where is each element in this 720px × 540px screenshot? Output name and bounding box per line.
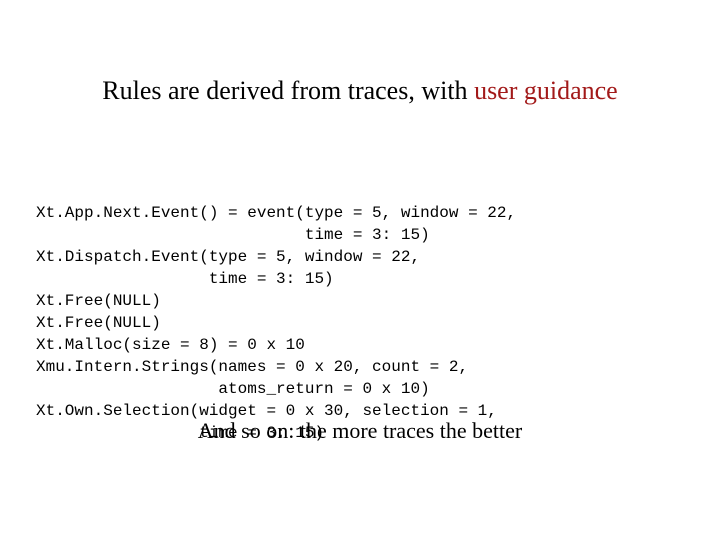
slide: Rules are derived from traces, with user… <box>0 0 720 540</box>
code-line: Xt.Free(NULL) <box>36 314 161 332</box>
title-plain: Rules are derived from traces, with <box>102 76 474 105</box>
slide-title: Rules are derived from traces, with user… <box>0 76 720 106</box>
code-line: atoms_return = 0 x 10) <box>36 380 430 398</box>
slide-footer: And so on: the more traces the better <box>0 418 720 444</box>
code-line: time = 3: 15) <box>36 270 334 288</box>
code-line: Xt.Free(NULL) <box>36 292 161 310</box>
title-accent: user guidance <box>474 76 618 105</box>
code-line: Xt.Dispatch.Event(type = 5, window = 22, <box>36 248 420 266</box>
code-line: Xt.App.Next.Event() = event(type = 5, wi… <box>36 204 516 222</box>
code-line: Xmu.Intern.Strings(names = 0 x 20, count… <box>36 358 468 376</box>
code-line: time = 3: 15) <box>36 226 430 244</box>
code-line: Xt.Malloc(size = 8) = 0 x 10 <box>36 336 305 354</box>
